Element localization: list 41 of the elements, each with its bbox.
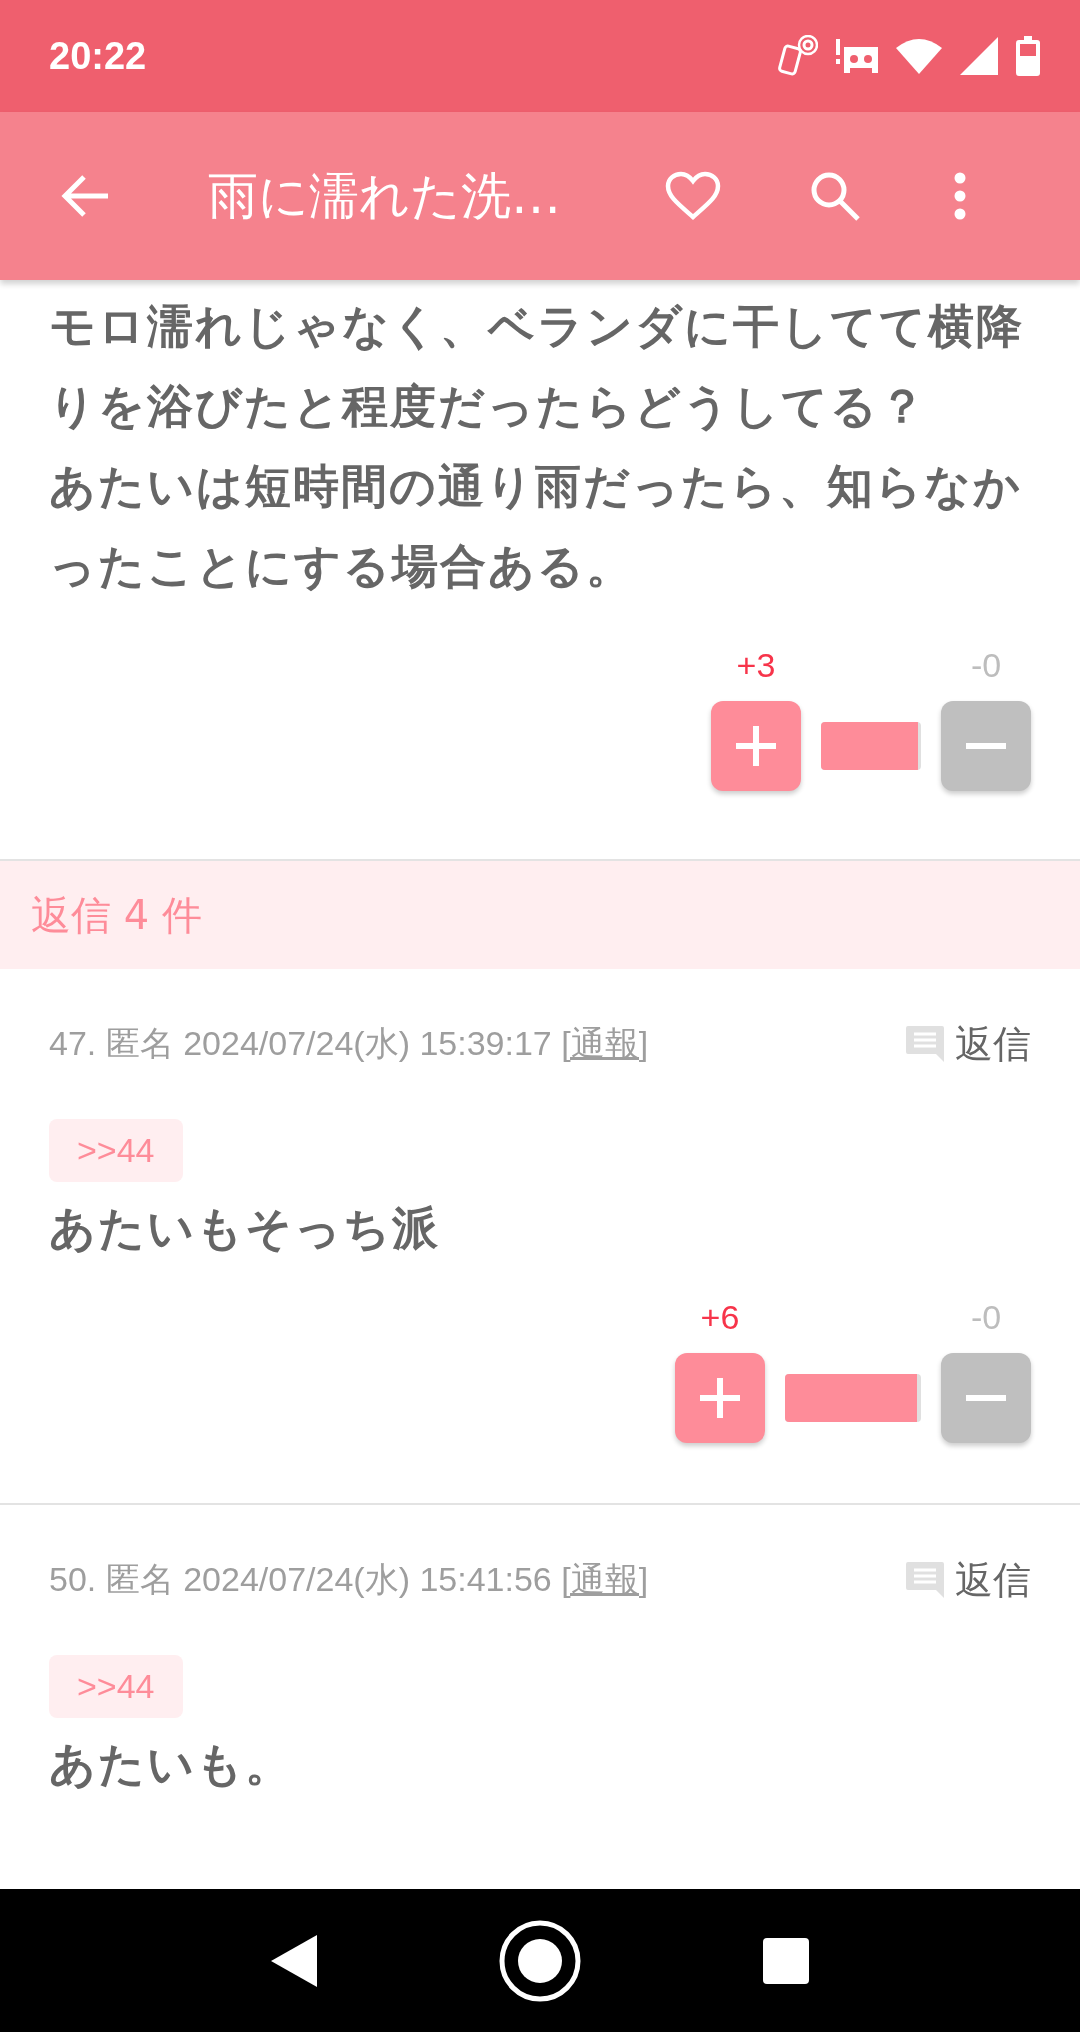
battery-icon — [1016, 36, 1040, 76]
comment-text: あたいもそっち派 — [49, 1200, 441, 1257]
post-text: あたいは短時間の通り雨だったら、知らなかったことにする場合ある。 — [49, 458, 1023, 595]
upvote-button[interactable] — [711, 701, 801, 791]
plus-icon — [736, 726, 776, 766]
upvote-count: +6 — [700, 1298, 740, 1337]
back-triangle-icon[interactable] — [270, 1934, 317, 1987]
report-link[interactable]: [通報] — [561, 1560, 649, 1598]
search-icon — [809, 170, 861, 222]
replies-header: 返信 4 件 — [0, 861, 1080, 969]
reply-button[interactable]: 返信 — [905, 1018, 1031, 1070]
downvote-count: -0 — [970, 1298, 1002, 1337]
cell-signal-icon — [960, 37, 998, 75]
page-title: 雨に濡れた洗… — [208, 165, 562, 227]
heart-icon — [665, 171, 721, 221]
more-vert-icon — [953, 172, 967, 220]
square-icon[interactable] — [763, 1937, 810, 1984]
phone-signal-icon — [776, 35, 818, 77]
minus-icon — [966, 742, 1006, 750]
comment-meta: 47. 匿名 2024/07/24(水) 15:39:17 [通報] — [49, 1023, 650, 1064]
reply-button[interactable]: 返信 — [905, 1554, 1031, 1606]
downvote-button[interactable] — [941, 1353, 1031, 1443]
status-time: 20:22 — [49, 34, 148, 78]
upvote-button[interactable] — [675, 1353, 765, 1443]
home-icon[interactable] — [498, 1918, 582, 2003]
wifi-icon — [896, 38, 942, 74]
reply-anchor[interactable]: >>44 — [49, 1119, 183, 1182]
comment-meta: 50. 匿名 2024/07/24(水) 15:41:56 [通報] — [49, 1559, 650, 1600]
back-arrow-icon — [60, 174, 110, 218]
post-text: モロ濡れじゃなく、ベランダに干してて横降りを浴びたと程度だったらどうしてる？ — [49, 298, 1025, 435]
upvote-count: +3 — [736, 646, 776, 685]
comment-icon — [905, 1560, 945, 1600]
robot-icon — [836, 37, 878, 75]
minus-icon — [966, 1394, 1006, 1402]
comment-icon — [905, 1024, 945, 1064]
comment-text: あたいも。 — [49, 1736, 294, 1793]
plus-icon — [700, 1378, 740, 1418]
reply-anchor[interactable]: >>44 — [49, 1655, 183, 1718]
downvote-button[interactable] — [941, 701, 1031, 791]
report-link[interactable]: [通報] — [561, 1024, 649, 1062]
downvote-count: -0 — [970, 646, 1002, 685]
